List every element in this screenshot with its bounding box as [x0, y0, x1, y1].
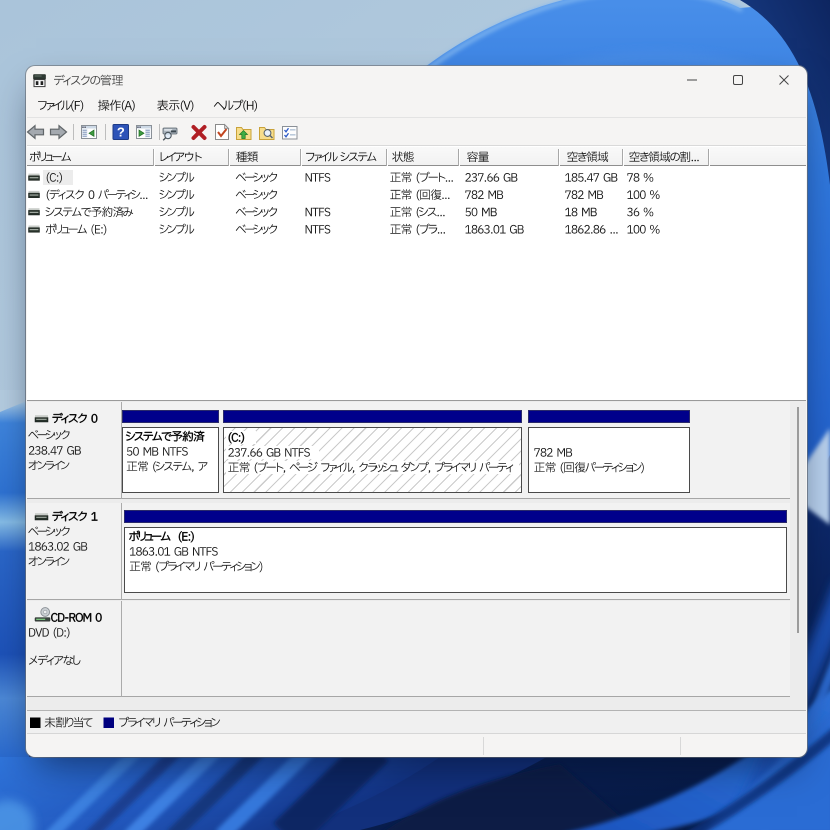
svg-text:?: ?: [117, 125, 125, 140]
